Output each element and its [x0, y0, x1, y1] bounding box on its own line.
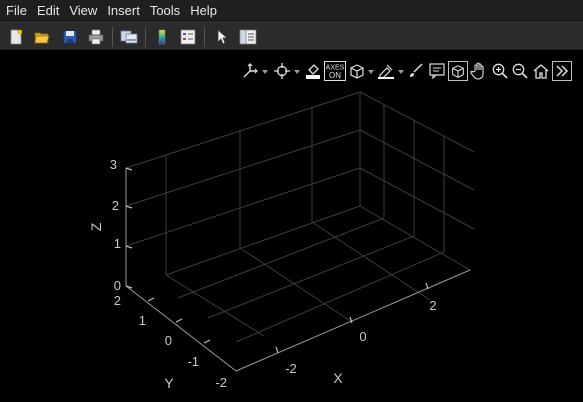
z-tick-label: 3 [110, 157, 117, 172]
x-ticks: -2 0 2 [285, 298, 436, 376]
x-tick-label: -2 [285, 361, 297, 376]
z-axis-label: Z [88, 222, 104, 231]
z-tick-label: 1 [114, 236, 121, 251]
y-tick-label: -2 [215, 375, 227, 390]
grid-lines [125, 91, 475, 343]
y-tick-label: -1 [187, 354, 199, 369]
axis-lines [125, 168, 471, 372]
x-tick-label: 0 [359, 329, 366, 344]
x-tick-label: 2 [429, 298, 436, 313]
y-axis-label: Y [164, 375, 174, 391]
z-tick-label: 0 [114, 278, 121, 293]
x-axis-label: X [333, 370, 343, 386]
y-tick-label: 0 [165, 333, 172, 348]
y-tick-label: 2 [114, 293, 121, 308]
z-tick-label: 2 [112, 198, 119, 213]
axes-3d-plot[interactable]: 0 1 2 3 2 1 0 -1 -2 -2 0 2 X Y Z [0, 0, 583, 402]
y-tick-label: 1 [139, 313, 146, 328]
z-ticks: 0 1 2 3 [110, 157, 121, 293]
